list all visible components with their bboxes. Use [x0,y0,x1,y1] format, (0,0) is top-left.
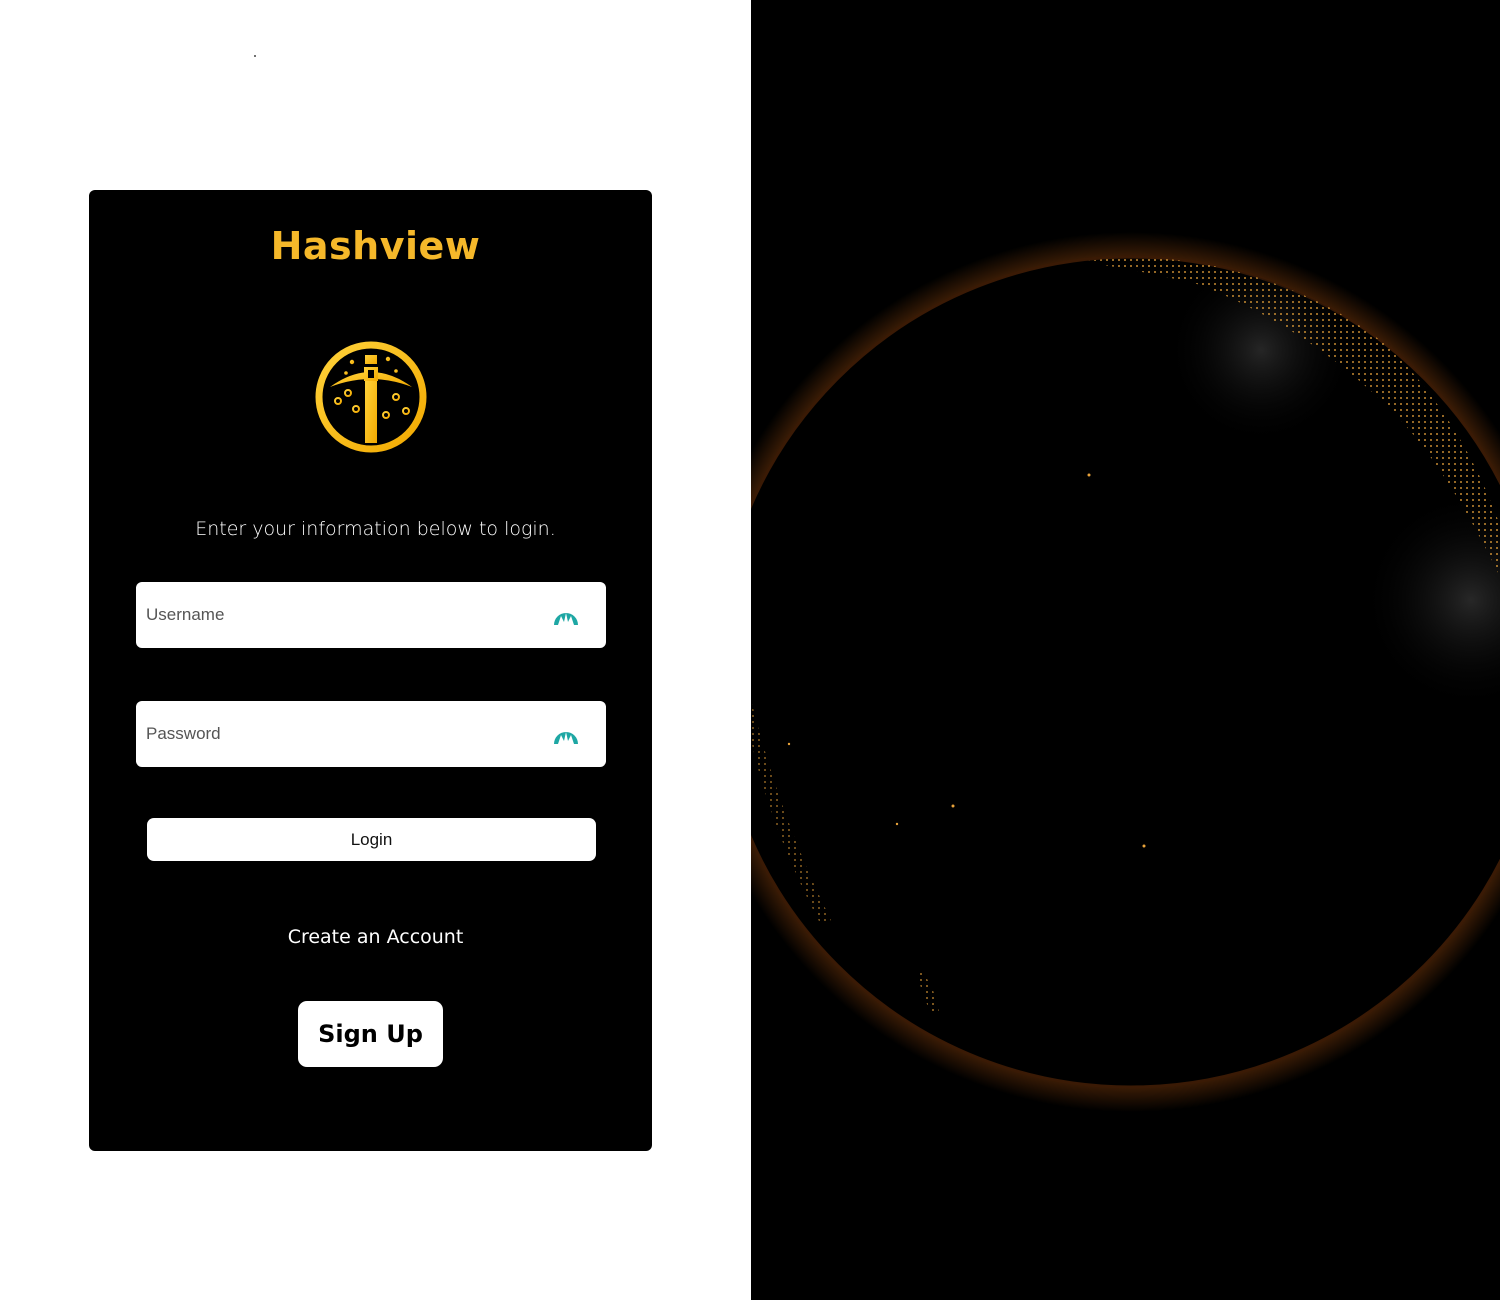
username-field-container [136,582,606,648]
password-input[interactable] [146,701,536,767]
brand-title: Hashview [270,224,481,268]
password-manager-icon[interactable] [552,720,580,746]
hero-visual-pane [751,0,1500,1300]
password-field-container [136,701,606,767]
username-input[interactable] [146,582,536,648]
stray-dot [254,55,256,57]
login-pane: Hashview Enter your information below to… [0,0,751,1300]
globe-icon [751,0,1500,1300]
password-manager-icon[interactable] [552,601,580,627]
create-account-label: Create an Account [287,926,464,948]
sign-up-button[interactable]: Sign Up [298,1001,443,1067]
login-button[interactable]: Login [147,818,596,861]
pickaxe-coin-icon [312,335,430,459]
login-instruction: Enter your information below to login. [195,518,556,540]
